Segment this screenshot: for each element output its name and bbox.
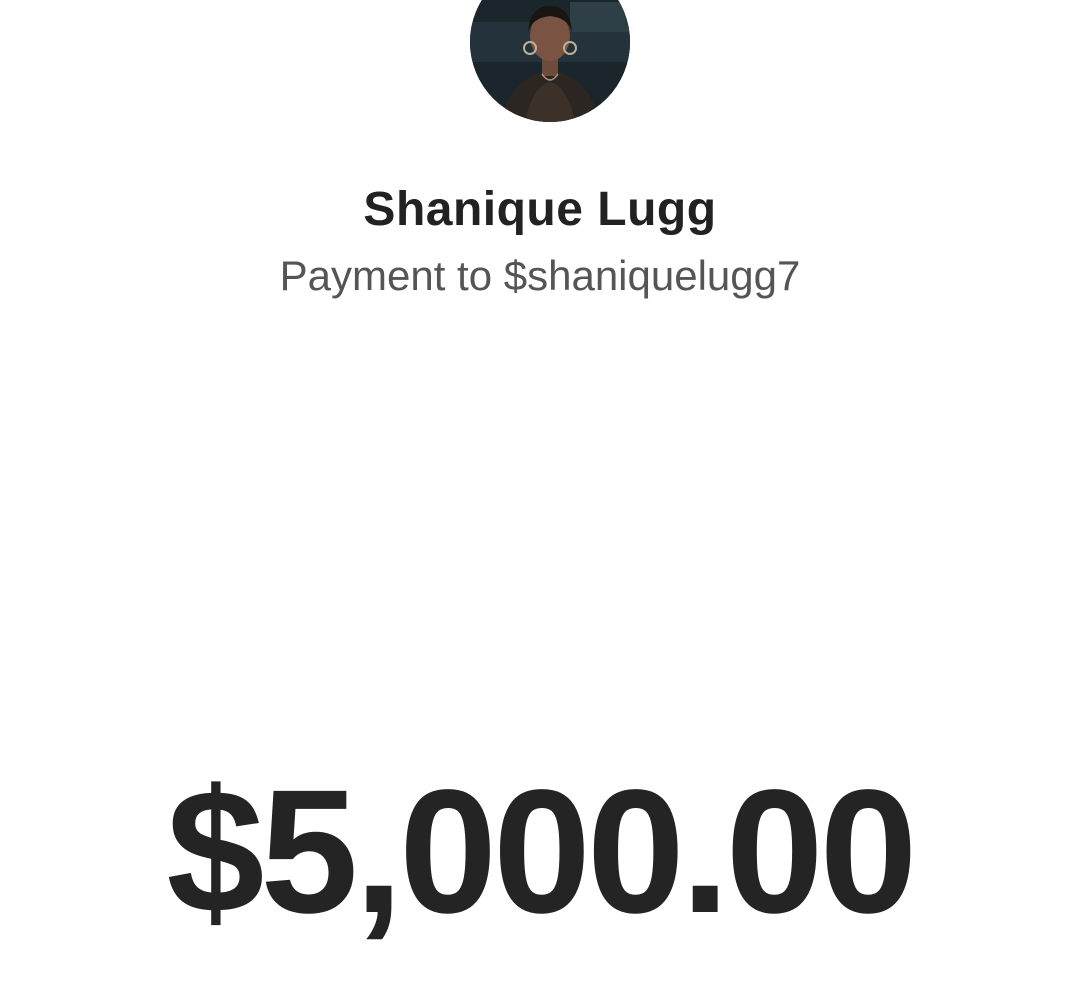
avatar	[470, 0, 630, 122]
recipient-name: Shanique Lugg	[363, 183, 717, 236]
payment-recipient-subtitle: Payment to $shaniquelugg7	[279, 252, 801, 299]
payment-screen: Shanique Lugg Payment to $shaniquelugg7 …	[0, 0, 1080, 984]
payment-amount: $5,000.00	[166, 754, 918, 950]
